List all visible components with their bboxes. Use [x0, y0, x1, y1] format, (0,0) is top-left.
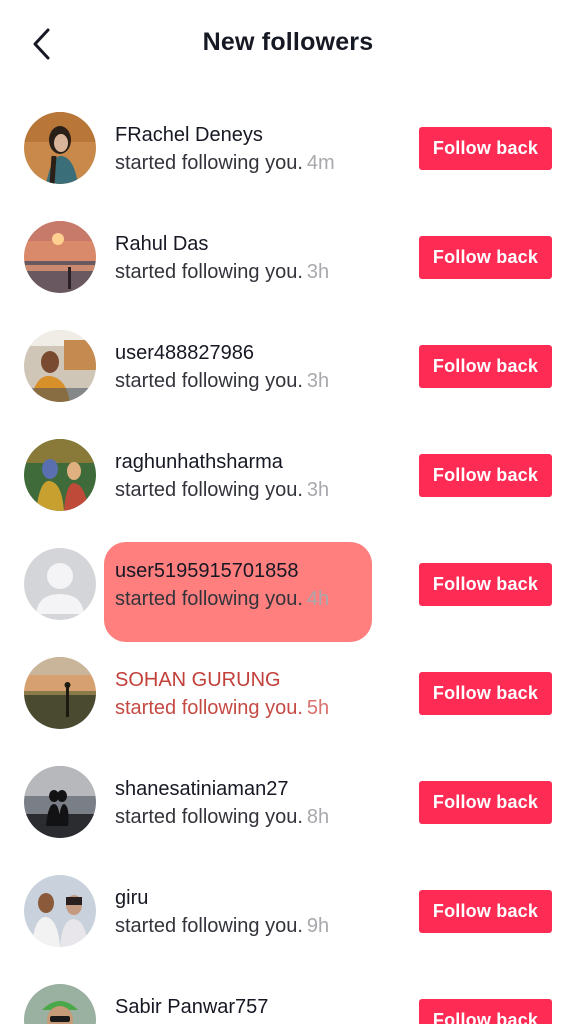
- activity-text: started following you.: [115, 915, 303, 937]
- follower-activity: started following you. 8h: [115, 802, 415, 832]
- activity-text: started following you.: [115, 370, 303, 392]
- follower-activity: started following you. 3h: [115, 257, 415, 287]
- follower-name[interactable]: FRachel Deneys: [115, 122, 415, 148]
- follower-activity: started following you. 3h: [115, 366, 415, 396]
- followers-list: FRachel Deneys started following you. 4m …: [0, 94, 576, 1024]
- follower-name[interactable]: Rahul Das: [115, 231, 415, 257]
- avatar[interactable]: [24, 984, 96, 1024]
- follower-activity: started following you. 4h: [115, 584, 415, 614]
- follow-back-button[interactable]: Follow back: [419, 781, 552, 824]
- follower-name[interactable]: SOHAN GURUNG: [115, 667, 415, 693]
- follower-row[interactable]: user5195915701858 started following you.…: [0, 530, 576, 639]
- activity-text: started following you.: [115, 261, 303, 283]
- follower-row[interactable]: raghunhathsharma started following you. 3…: [0, 421, 576, 530]
- follower-name[interactable]: shanesatiniaman27: [115, 776, 415, 802]
- timestamp: 4h: [306, 588, 330, 610]
- avatar[interactable]: [24, 112, 96, 184]
- avatar[interactable]: [24, 439, 96, 511]
- follow-back-button[interactable]: Follow back: [419, 890, 552, 933]
- avatar[interactable]: [24, 875, 96, 947]
- follower-text: SOHAN GURUNG started following you. 5h: [115, 667, 415, 723]
- follower-text: raghunhathsharma started following you. 3…: [115, 449, 415, 505]
- follow-back-button[interactable]: Follow back: [419, 999, 552, 1024]
- follower-text: FRachel Deneys started following you. 4m: [115, 122, 415, 178]
- follower-row[interactable]: user488827986 started following you. 3h F…: [0, 312, 576, 421]
- follow-back-button[interactable]: Follow back: [419, 345, 552, 388]
- follower-row[interactable]: Sabir Panwar757 Follow back: [0, 966, 576, 1024]
- follower-row[interactable]: FRachel Deneys started following you. 4m …: [0, 94, 576, 203]
- follower-name[interactable]: user488827986: [115, 340, 415, 366]
- timestamp: 3h: [306, 370, 330, 392]
- follow-back-button[interactable]: Follow back: [419, 454, 552, 497]
- follower-name[interactable]: user5195915701858: [115, 558, 415, 584]
- timestamp: 8h: [306, 806, 330, 828]
- activity-text: started following you.: [115, 152, 303, 174]
- follower-activity: started following you. 4m: [115, 148, 415, 178]
- follower-text: Rahul Das started following you. 3h: [115, 231, 415, 287]
- follower-activity: [115, 1020, 415, 1024]
- avatar[interactable]: [24, 766, 96, 838]
- follower-row[interactable]: shanesatiniaman27 started following you.…: [0, 748, 576, 857]
- activity-text: started following you.: [115, 479, 303, 501]
- activity-text: started following you.: [115, 806, 303, 828]
- follower-activity: started following you. 5h: [115, 693, 415, 723]
- follow-back-button[interactable]: Follow back: [419, 127, 552, 170]
- follower-name[interactable]: Sabir Panwar757: [115, 994, 415, 1020]
- avatar[interactable]: [24, 657, 96, 729]
- follower-name[interactable]: giru: [115, 885, 415, 911]
- timestamp: 3h: [306, 261, 330, 283]
- timestamp: 5h: [306, 697, 330, 719]
- activity-text: started following you.: [115, 588, 303, 610]
- follower-name[interactable]: raghunhathsharma: [115, 449, 415, 475]
- follower-row[interactable]: giru started following you. 9h Follow bac…: [0, 857, 576, 966]
- follow-back-button[interactable]: Follow back: [419, 236, 552, 279]
- follower-text: Sabir Panwar757: [115, 994, 415, 1024]
- follower-text: giru started following you. 9h: [115, 885, 415, 941]
- avatar[interactable]: [24, 330, 96, 402]
- header: New followers: [0, 0, 576, 88]
- page-title: New followers: [202, 28, 374, 56]
- follower-text: user488827986 started following you. 3h: [115, 340, 415, 396]
- follow-back-button[interactable]: Follow back: [419, 563, 552, 606]
- avatar[interactable]: [24, 548, 96, 620]
- avatar[interactable]: [24, 221, 96, 293]
- follower-text: shanesatiniaman27 started following you.…: [115, 776, 415, 832]
- timestamp: 3h: [306, 479, 330, 501]
- follow-back-button[interactable]: Follow back: [419, 672, 552, 715]
- follower-row[interactable]: SOHAN GURUNG started following you. 5h Fo…: [0, 639, 576, 748]
- timestamp: 4m: [306, 152, 335, 174]
- follower-text: user5195915701858 started following you.…: [115, 558, 415, 614]
- follower-activity: started following you. 9h: [115, 911, 415, 941]
- follower-row[interactable]: Rahul Das started following you. 3h Follo…: [0, 203, 576, 312]
- timestamp: 9h: [306, 915, 330, 937]
- new-followers-screen: New followers FRachel Deneys started fol…: [0, 0, 576, 1024]
- activity-text: started following you.: [115, 697, 303, 719]
- follower-activity: started following you. 3h: [115, 475, 415, 505]
